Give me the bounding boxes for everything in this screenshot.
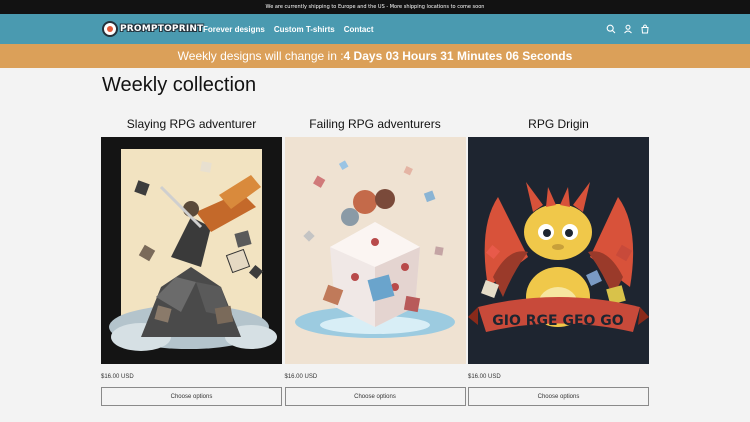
product-grid: Slaying RPG adventurer $16.00 USD Choose… (101, 114, 649, 406)
product-card: Slaying RPG adventurer $16.00 USD Choose… (101, 114, 282, 406)
product-image[interactable] (284, 137, 466, 364)
search-icon[interactable] (606, 24, 616, 34)
site-logo[interactable]: PROMPTOPRINT (102, 18, 203, 40)
product-image[interactable] (101, 137, 282, 364)
logo-text: PROMPTOPRINT (120, 24, 204, 34)
choose-options-button[interactable]: Choose options (101, 387, 282, 406)
product-price: $16.00 USD (284, 374, 318, 380)
product-price: $16.00 USD (101, 374, 134, 380)
product-price: $16.00 USD (468, 374, 501, 380)
product-title[interactable]: RPG Drigin (468, 114, 649, 134)
nav-forever-designs[interactable]: Forever designs (203, 25, 265, 34)
product-card: Failing RPG adventurers $16.00 USD Choos… (284, 114, 466, 406)
product-title[interactable]: Slaying RPG adventurer (101, 114, 282, 134)
collection-title: Weekly collection (102, 74, 257, 96)
countdown-time: 4 Days 03 Hours 31 Minutes 06 Seconds (343, 49, 573, 63)
banner-text: GIO RGE GEO GO (492, 313, 624, 329)
announcement-text: We are currently shipping to Europe and … (265, 4, 485, 10)
countdown-label: Weekly designs will change in : (177, 49, 344, 63)
product-image[interactable]: GIO RGE GEO GO (468, 137, 649, 364)
cart-icon[interactable] (640, 24, 650, 34)
countdown-banner: Weekly designs will change in : 4 Days 0… (0, 44, 750, 68)
nav-custom-tshirts[interactable]: Custom T-shirts (274, 25, 335, 34)
header-icons (606, 14, 650, 44)
product-card: RPG Drigin GIO RGE GEO GO $16.00 USD Cho… (468, 114, 649, 406)
announcement-bar: We are currently shipping to Europe and … (0, 0, 750, 14)
choose-options-button[interactable]: Choose options (468, 387, 649, 406)
nav-contact[interactable]: Contact (344, 25, 374, 34)
main-nav: Forever designs Custom T-shirts Contact (203, 14, 374, 44)
logo-icon (102, 21, 118, 37)
choose-options-button[interactable]: Choose options (284, 387, 466, 406)
account-icon[interactable] (623, 24, 633, 34)
site-header: PROMPTOPRINT Forever designs Custom T-sh… (0, 14, 750, 44)
product-title[interactable]: Failing RPG adventurers (285, 114, 466, 134)
